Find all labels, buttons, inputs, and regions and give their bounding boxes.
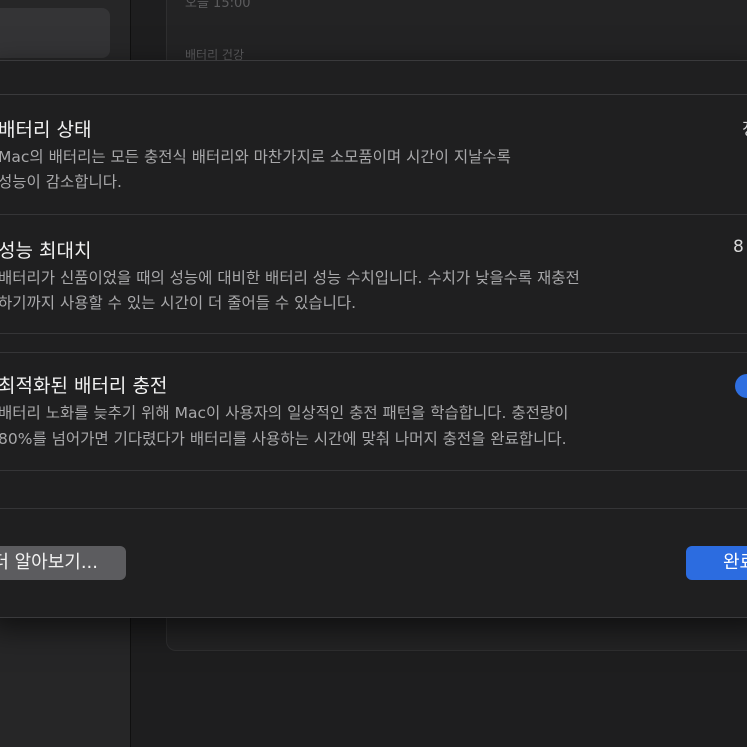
footer-divider [0,508,747,509]
optimized-charging-desc-2: 80%를 넘어가면 기다렸다가 배터리를 사용하는 시간에 맞춰 나머지 충전을… [0,430,567,448]
learn-more-button[interactable]: 더 알아보기... [0,546,126,580]
section-divider [0,470,747,471]
battery-health-sheet: 배터리 상태 정 Mac의 배터리는 모든 충전식 배터리와 마찬가지로 소모품… [0,60,747,618]
section-divider [0,352,747,353]
battery-state-desc-2: 성능이 감소합니다. [0,173,122,191]
section-divider [0,214,747,215]
optimized-charging-toggle[interactable] [735,374,747,398]
optimized-charging-desc-1: 배터리 노화를 늦추기 위해 Mac이 사용자의 일상적인 충전 패턴을 학습합… [0,404,569,422]
optimized-charging-title: 최적화된 배터리 충전 [0,375,168,397]
battery-state-title: 배터리 상태 [0,119,92,141]
done-button[interactable]: 완료 [686,546,747,580]
battery-state-value: 정 [742,115,747,140]
max-capacity-title: 성능 최대치 [0,240,92,262]
sheet-header-divider [0,94,747,95]
battery-state-desc-1: Mac의 배터리는 모든 충전식 배터리와 마찬가지로 소모품이며 시간이 지날… [0,148,511,166]
max-capacity-desc-1: 배터리가 신품이었을 때의 성능에 대비한 배터리 성능 수치입니다. 수치가 … [0,269,580,287]
section-divider [0,333,747,334]
max-capacity-desc-2: 하기까지 사용할 수 있는 시간이 더 줄어들 수 있습니다. [0,294,357,312]
max-capacity-value: 8 [733,237,744,257]
faded-time-text: 오늘 15:00 [185,0,251,11]
sidebar-selected-item[interactable] [0,8,110,58]
